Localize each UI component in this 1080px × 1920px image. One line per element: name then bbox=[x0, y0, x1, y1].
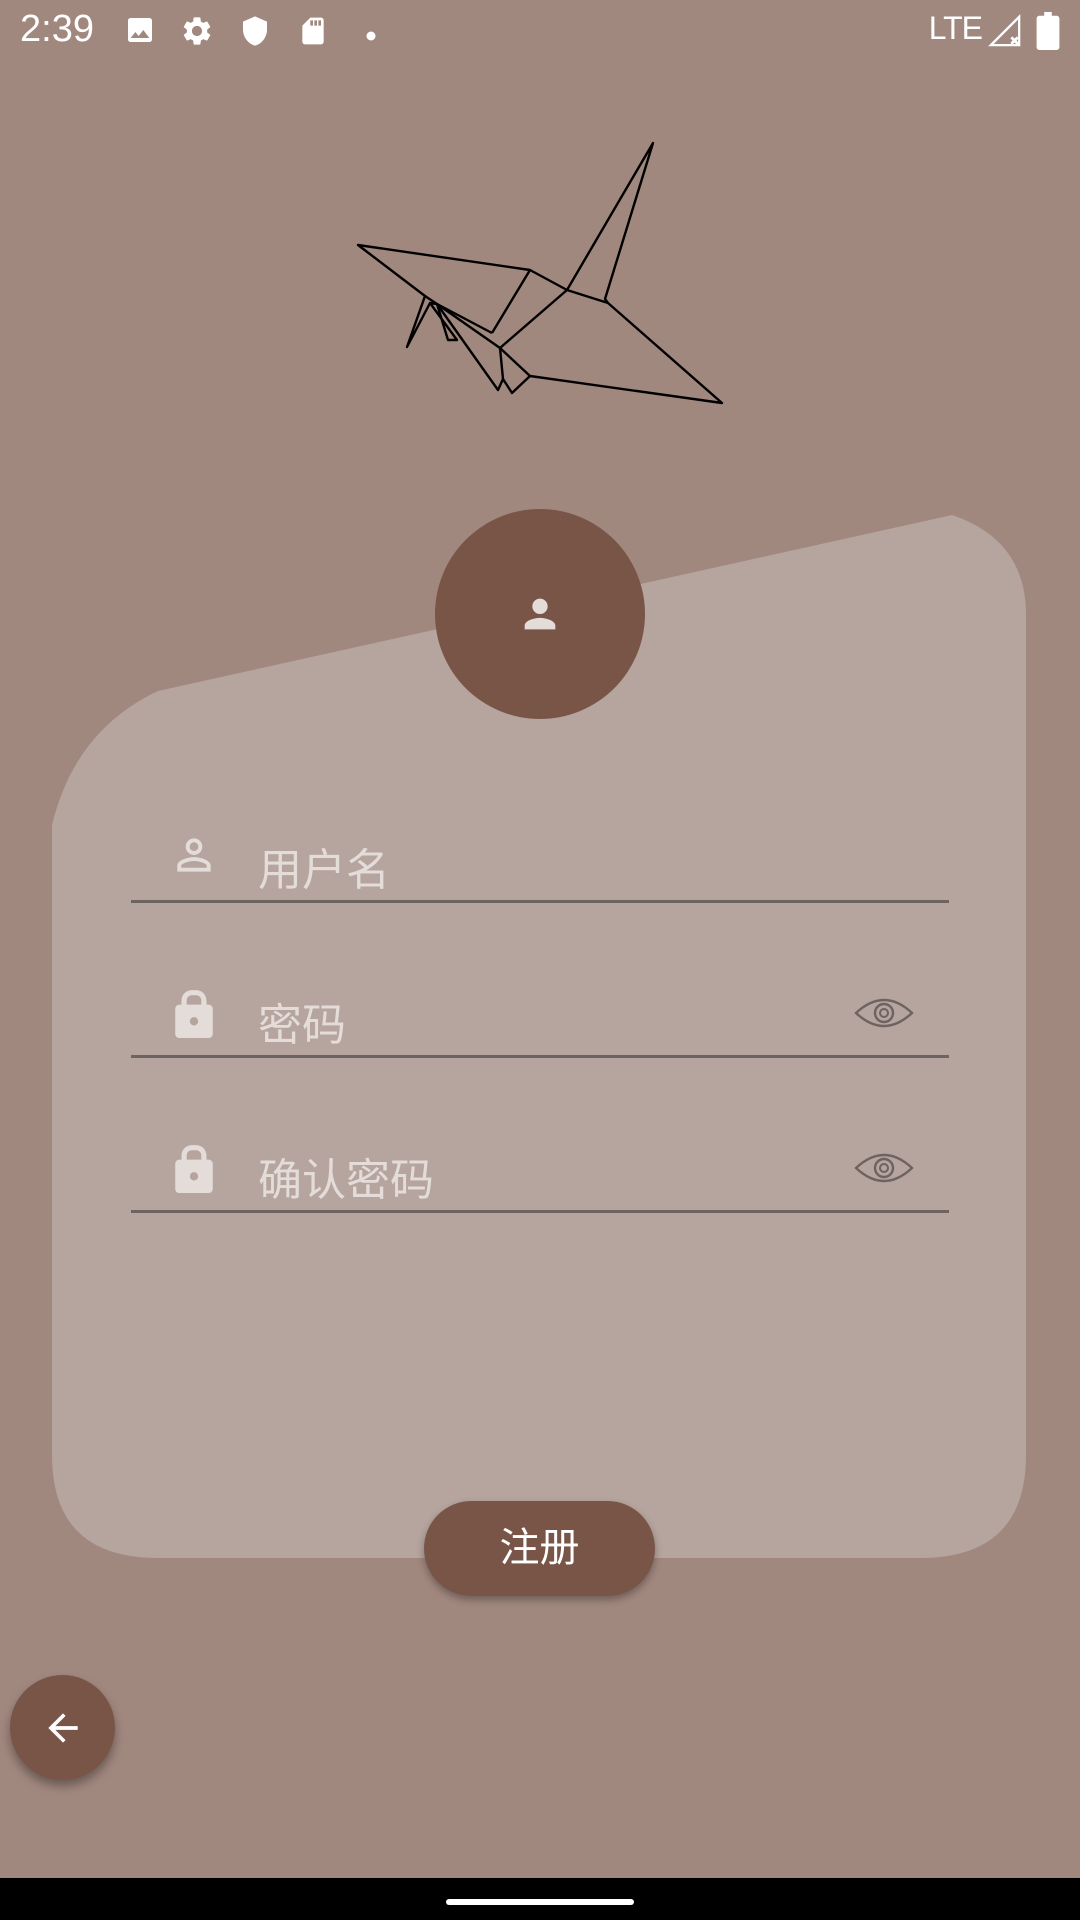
lock-icon bbox=[169, 1140, 219, 1200]
username-placeholder: 用户名 bbox=[258, 845, 390, 896]
confirm-password-placeholder: 确认密码 bbox=[258, 1155, 434, 1206]
back-button[interactable] bbox=[10, 1675, 115, 1780]
register-button[interactable]: 注册 bbox=[424, 1501, 655, 1596]
confirm-password-field[interactable]: 确认密码 bbox=[131, 1100, 949, 1213]
password-placeholder: 密码 bbox=[258, 1000, 346, 1051]
eye-icon[interactable] bbox=[854, 993, 914, 1037]
person-icon bbox=[524, 598, 556, 630]
person-outline-icon bbox=[169, 830, 219, 884]
eye-icon[interactable] bbox=[854, 1148, 914, 1192]
lock-icon bbox=[169, 985, 219, 1045]
navigation-bar bbox=[0, 1878, 1080, 1920]
arrow-back-icon bbox=[48, 1713, 78, 1743]
home-handle[interactable] bbox=[446, 1899, 634, 1905]
avatar bbox=[435, 509, 645, 719]
username-field[interactable]: 用户名 bbox=[131, 790, 949, 903]
password-field[interactable]: 密码 bbox=[131, 945, 949, 1058]
